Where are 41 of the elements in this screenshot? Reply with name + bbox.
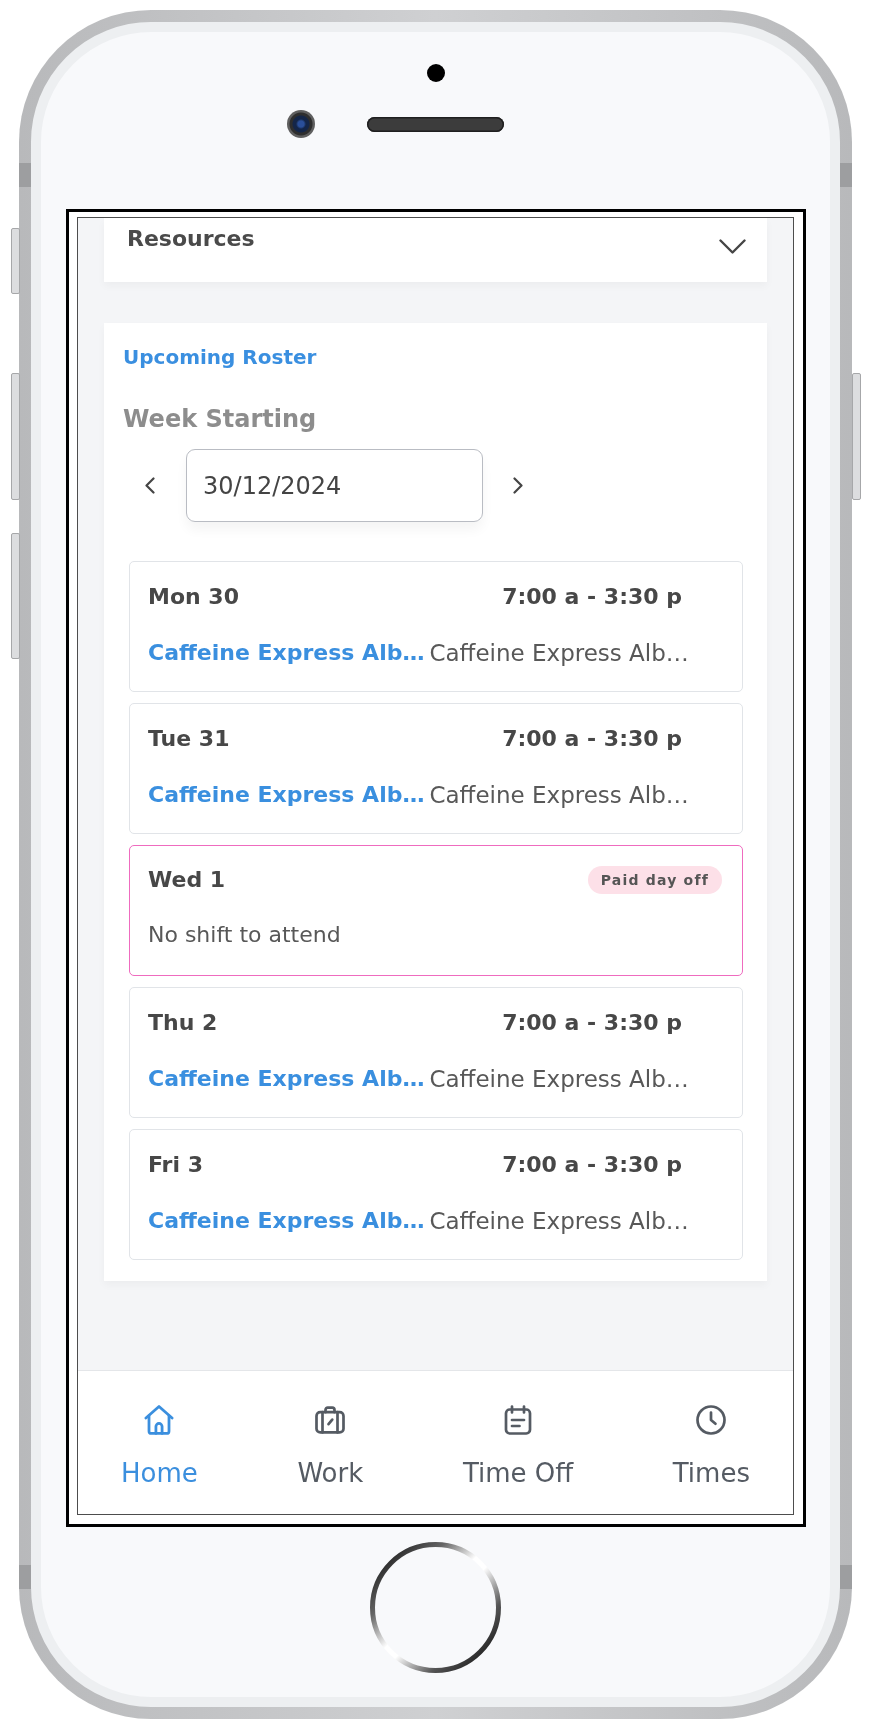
chevron-left-icon[interactable] <box>145 477 155 494</box>
day-label: Mon 30 <box>148 584 239 610</box>
shift-time: 7:00 a - 3:30 p <box>502 726 682 752</box>
briefcase-icon <box>315 1405 346 1435</box>
leave-badge: Paid day off <box>587 865 722 894</box>
chevron-down-icon[interactable] <box>719 239 746 254</box>
day-label: Fri 3 <box>148 1152 203 1178</box>
location-link[interactable]: Caffeine Express Alb… <box>148 782 425 808</box>
front-sensor <box>426 64 445 82</box>
location-link[interactable]: Caffeine Express Alb… <box>148 640 425 666</box>
clock-icon <box>696 1405 727 1435</box>
shift-note: No shift to attend <box>148 921 341 948</box>
home-icon <box>144 1405 175 1435</box>
location-link[interactable]: Caffeine Express Alb… <box>148 1066 425 1092</box>
week-label: Week Starting <box>123 405 318 433</box>
location-detail: Caffeine Express Alb… <box>429 640 689 666</box>
day-label: Tue 31 <box>148 726 230 752</box>
calendar-icon <box>503 1405 533 1435</box>
shift-time: 7:00 a - 3:30 p <box>502 1010 682 1036</box>
nav-tab[interactable]: Work <box>297 1405 364 1489</box>
antenna-band <box>840 1565 852 1589</box>
front-camera <box>287 110 315 138</box>
antenna-band <box>840 163 852 187</box>
nav-tab[interactable]: Times <box>672 1405 750 1489</box>
location-detail: Caffeine Express Alb… <box>429 1066 689 1092</box>
chevron-right-icon[interactable] <box>513 477 523 494</box>
location-detail: Caffeine Express Alb… <box>429 1208 689 1234</box>
location-detail: Caffeine Express Alb… <box>429 782 689 808</box>
day-label: Wed 1 <box>148 866 226 893</box>
date-field[interactable]: 30/12/2024 <box>186 449 483 522</box>
antenna-band <box>19 163 31 187</box>
home-button[interactable] <box>370 1542 501 1673</box>
location-link[interactable]: Caffeine Express Alb… <box>148 1208 425 1234</box>
day-label: Thu 2 <box>148 1010 218 1036</box>
section-title: Upcoming Roster <box>123 345 318 369</box>
shift-time: 7:00 a - 3:30 p <box>502 1152 682 1178</box>
antenna-band <box>19 1565 31 1589</box>
nav-tab[interactable]: Time Off <box>462 1405 574 1489</box>
nav-tab[interactable]: Home <box>121 1405 198 1489</box>
section-title: Resources <box>127 226 255 252</box>
shift-time: 7:00 a - 3:30 p <box>502 584 682 610</box>
